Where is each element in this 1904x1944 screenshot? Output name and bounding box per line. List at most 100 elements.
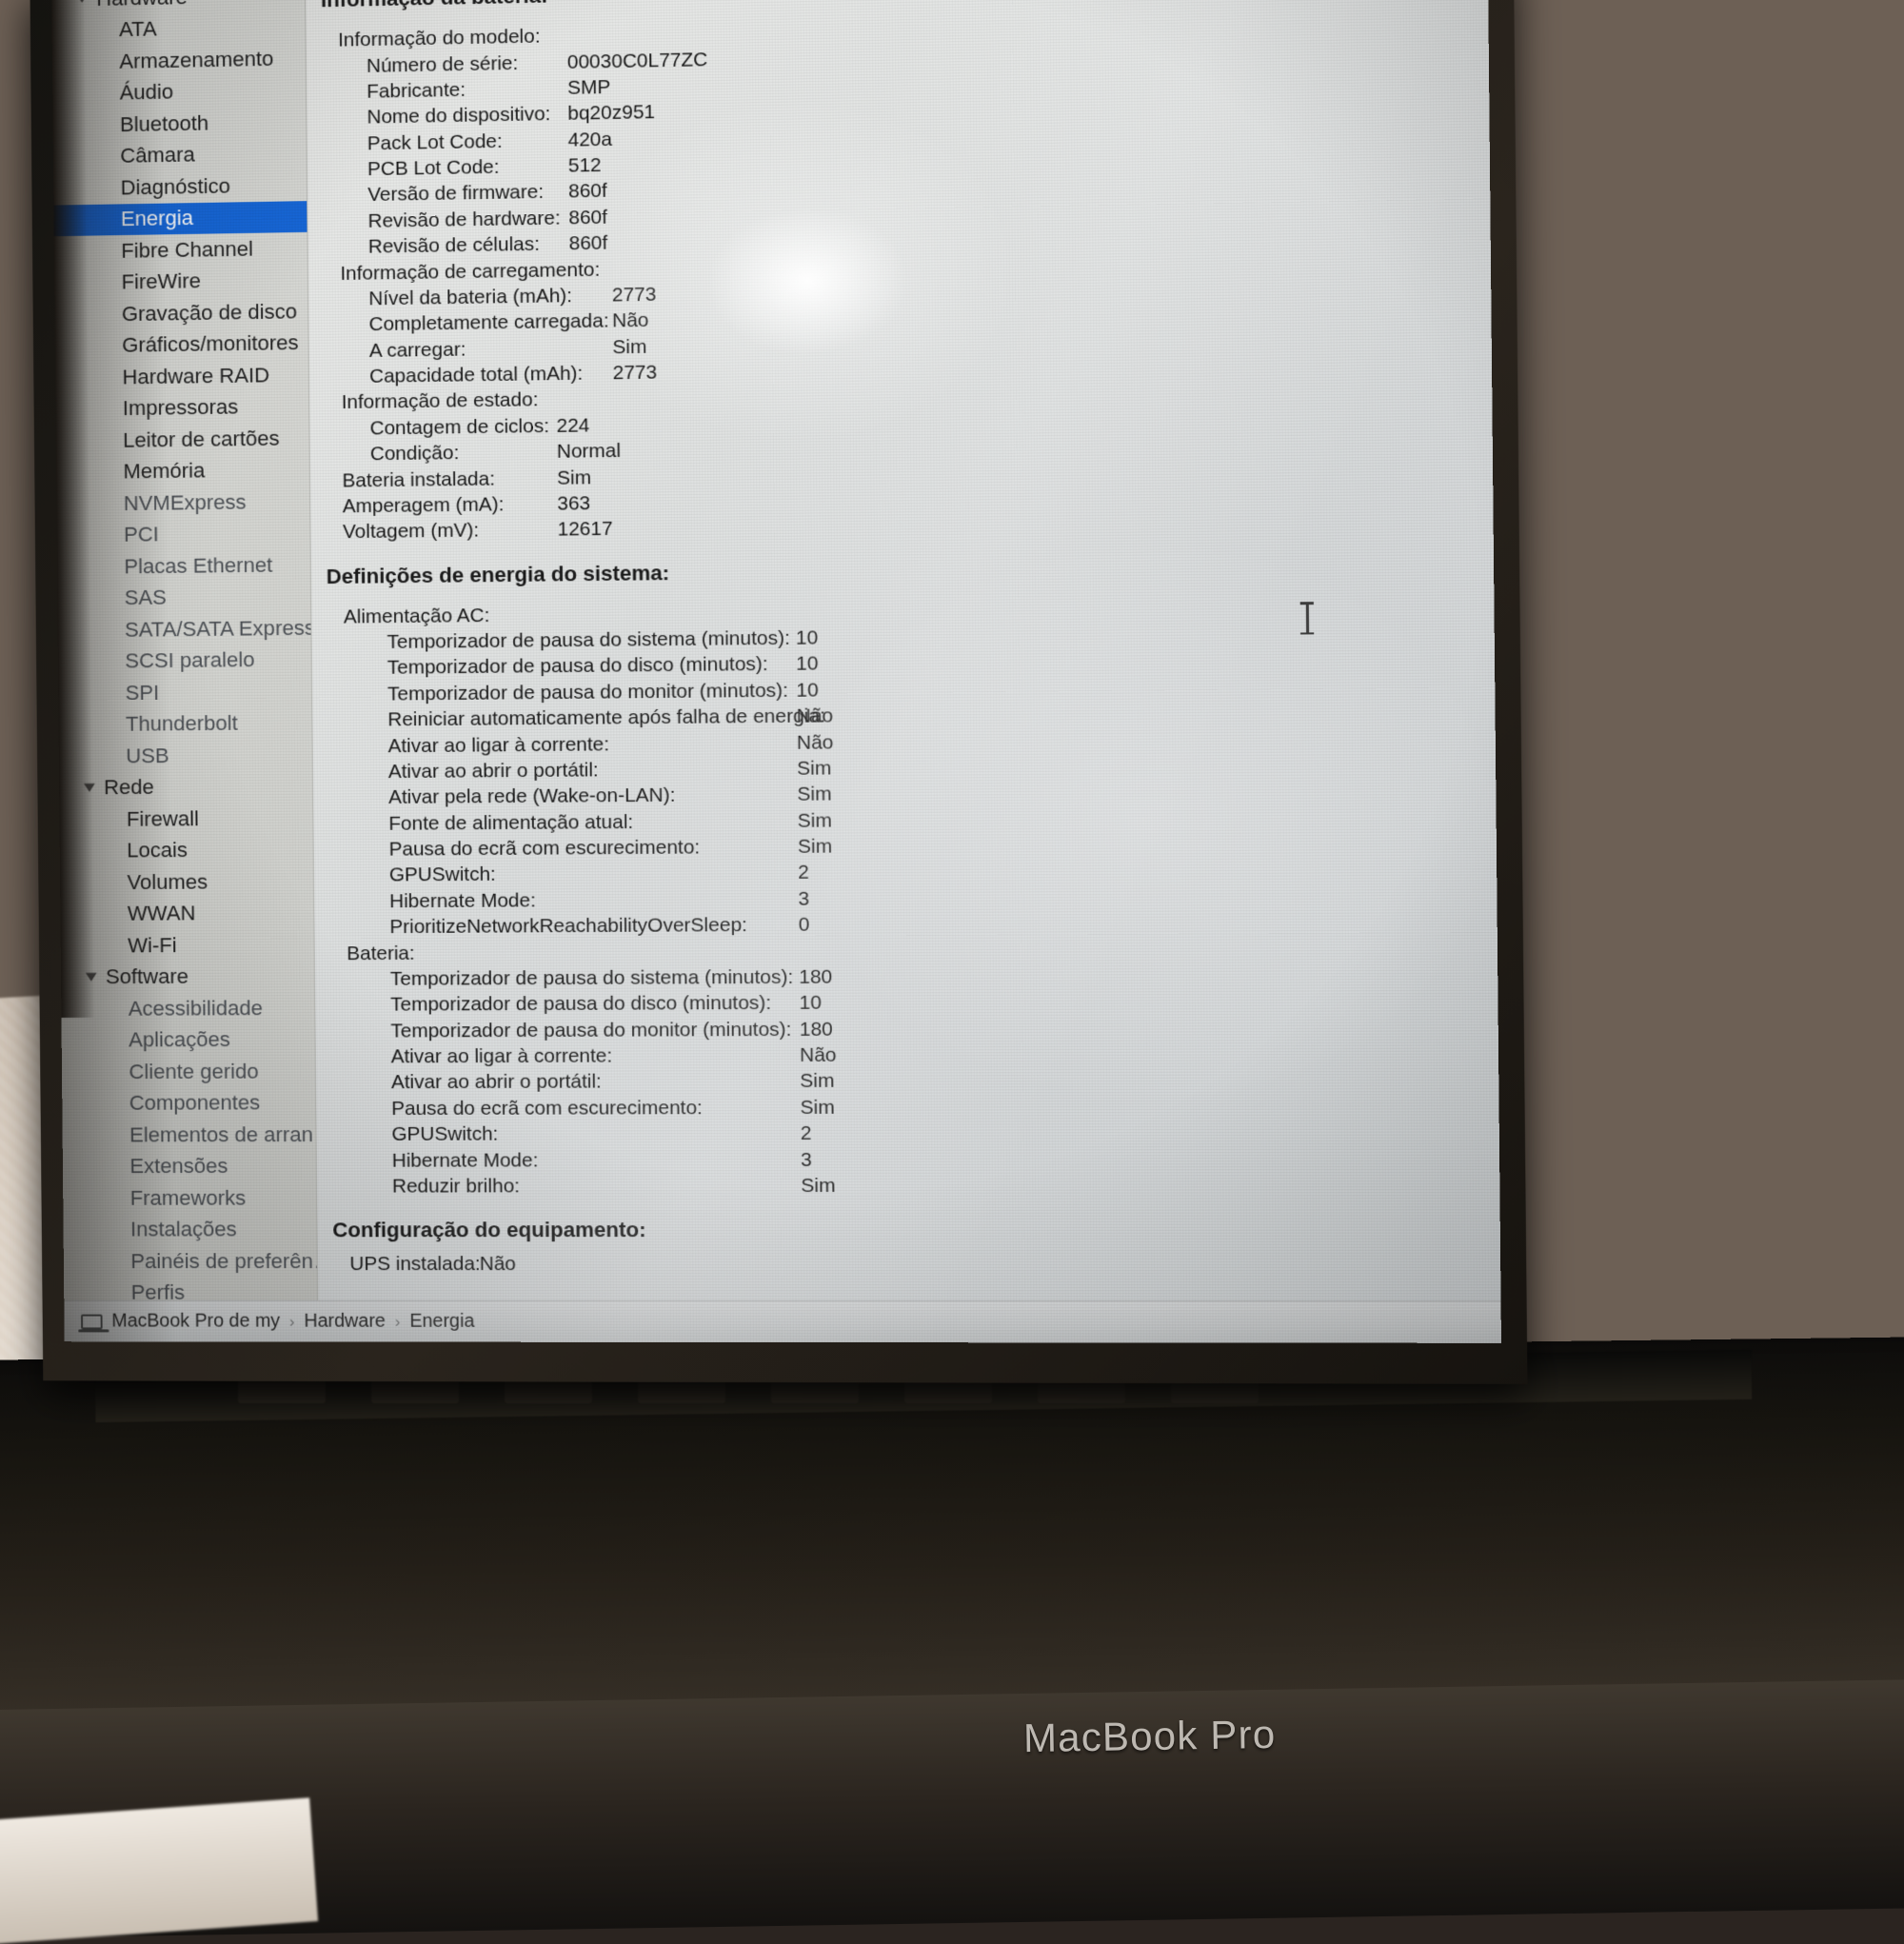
info-row-value: Sim: [801, 1176, 835, 1196]
info-row-value: 512: [568, 155, 602, 176]
sidebar-item-pci[interactable]: PCI: [56, 517, 309, 551]
sidebar-item-locais[interactable]: Locais: [60, 834, 313, 867]
breadcrumb-item-root[interactable]: MacBook Pro de my: [111, 1311, 280, 1333]
sidebar[interactable]: HardwareATAArmazenamentoÁudioBluetoothCâ…: [51, 0, 318, 1342]
sidebar-item-wi-fi[interactable]: Wi-Fi: [61, 929, 314, 962]
sidebar-item-componentes[interactable]: Componentes: [62, 1087, 315, 1120]
info-row-key: Revisão de hardware:: [367, 208, 560, 230]
sidebar-item-label: Gráficos/monitores: [122, 330, 299, 356]
info-row-key: UPS instalada:: [349, 1254, 480, 1274]
battery-power-rows: Temporizador de pausa do sistema (minuto…: [327, 961, 1500, 1200]
sidebar-item-label: SAS: [125, 585, 167, 609]
info-row-key: Contagem de ciclos:: [369, 416, 548, 438]
info-row-key: Pack Lot Code:: [367, 131, 503, 153]
sidebar-item-usb[interactable]: USB: [59, 739, 312, 772]
info-row: Hibernate Mode:3: [328, 1145, 1500, 1174]
sidebar-item-pain-is-de-prefer-n[interactable]: Painéis de preferên…: [64, 1245, 317, 1277]
sidebar-item-cliente-gerido[interactable]: Cliente gerido: [62, 1056, 315, 1088]
ac-power-rows: Temporizador de pausa do sistema (minuto…: [323, 618, 1497, 941]
info-row-value: 180: [800, 1019, 833, 1039]
sidebar-item-diagn-stico[interactable]: Diagnóstico: [53, 169, 307, 205]
info-row-key: Reiniciar automaticamente após falha de …: [387, 706, 825, 730]
info-row-key: Ativar pela rede (Wake-on-LAN):: [388, 785, 676, 807]
info-row-key: GPUSwitch:: [391, 1124, 498, 1144]
sidebar-item-label: NVMExpress: [124, 489, 247, 514]
info-row-value: Normal: [557, 441, 621, 462]
info-row-value: Sim: [798, 837, 832, 857]
info-row-value: 3: [801, 1149, 812, 1169]
content-pane: Informação da bateria: Informação do mod…: [306, 0, 1501, 1343]
sidebar-item-energia[interactable]: Energia: [53, 201, 307, 237]
window-body: Hardware ATAArmazenamentoÁudioBluetoothCâ…: [51, 0, 1501, 1343]
sidebar-item-impressoras[interactable]: Impressoras: [55, 390, 308, 426]
sidebar-item-software[interactable]: Software: [61, 961, 314, 993]
sidebar-item-gr-ficos-monitores[interactable]: Gráficos/monitores: [55, 327, 308, 363]
sidebar-item-label: Memória: [123, 459, 205, 484]
sidebar-item-extens-es[interactable]: Extensões: [63, 1150, 316, 1182]
breadcrumb[interactable]: MacBook Pro de my › Hardware › Energia: [64, 1300, 1501, 1343]
sidebar-item-bluetooth[interactable]: Bluetooth: [52, 106, 306, 142]
breadcrumb-separator-icon: ›: [289, 1312, 295, 1331]
sidebar-item-firewire[interactable]: FireWire: [54, 264, 307, 299]
sidebar-item-armazenamento[interactable]: Armazenamento: [52, 42, 306, 78]
info-row-value: 860f: [568, 181, 607, 202]
sidebar-item-label: USB: [126, 744, 169, 767]
sidebar-item-leitor-de-cart-es[interactable]: Leitor de cartões: [56, 422, 309, 457]
info-row-key: Pausa do ecrã com escurecimento:: [389, 838, 701, 860]
disclosure-triangle-icon[interactable]: [84, 783, 95, 791]
sidebar-item-sas[interactable]: SAS: [57, 581, 310, 615]
sidebar-item-c-mara[interactable]: Câmara: [53, 137, 307, 173]
info-row-key: Ativar ao ligar à corrente:: [387, 734, 609, 756]
sidebar-item-label: Elementos de arran…: [129, 1122, 316, 1146]
info-row-value: SMP: [567, 77, 610, 98]
sidebar-item-instala-es[interactable]: Instalações: [63, 1214, 316, 1245]
sidebar-item-elementos-de-arran[interactable]: Elementos de arran…: [62, 1119, 315, 1151]
sidebar-item-firewall[interactable]: Firewall: [59, 803, 312, 836]
sidebar-item-ata[interactable]: ATA: [51, 10, 305, 47]
info-row-value: 00030C0L77ZC: [567, 50, 708, 72]
disclosure-triangle-icon[interactable]: [86, 972, 97, 981]
sidebar-item-hardware-raid[interactable]: Hardware RAID: [55, 359, 308, 394]
sidebar-item-thunderbolt[interactable]: Thunderbolt: [58, 707, 311, 741]
sidebar-item-scsi-paralelo[interactable]: SCSI paralelo: [58, 644, 311, 678]
sidebar-item-sata-sata-express[interactable]: SATA/SATA Express: [57, 612, 310, 646]
breadcrumb-item-hardware[interactable]: Hardware: [304, 1311, 386, 1333]
info-row: GPUSwitch: 2: [327, 1119, 1499, 1147]
info-row-value: Sim: [612, 337, 646, 357]
info-row-value: 224: [556, 415, 589, 435]
info-row-value: Não: [612, 310, 649, 331]
breadcrumb-item-energia[interactable]: Energia: [409, 1311, 474, 1333]
info-row-value: 180: [799, 967, 832, 987]
laptop-screen: Hardware ATAArmazenamentoÁudioBluetoothCâ…: [51, 0, 1501, 1343]
sidebar-item-udio[interactable]: Áudio: [52, 74, 306, 110]
info-row-key: Nome do dispositivo:: [367, 104, 550, 127]
sidebar-item-aplica-es[interactable]: Aplicações: [62, 1023, 315, 1056]
disclosure-triangle-icon[interactable]: [76, 0, 88, 3]
sidebar-item-rede[interactable]: Rede: [59, 770, 312, 803]
info-row-value: 2: [801, 1123, 812, 1143]
sidebar-item-placas-ethernet[interactable]: Placas Ethernet: [57, 548, 310, 583]
sidebar-item-frameworks[interactable]: Frameworks: [63, 1182, 316, 1215]
info-row-key: PCB Lot Code:: [367, 157, 500, 179]
sidebar-item-label: Câmara: [120, 143, 195, 168]
info-row-value: 10: [799, 993, 822, 1013]
info-row-value: Sim: [797, 784, 831, 804]
sidebar-item-label: SPI: [126, 680, 160, 704]
sidebar-item-grava-o-de-disco[interactable]: Gravação de disco: [54, 295, 307, 330]
sidebar-item-fibre-channel[interactable]: Fibre Channel: [54, 232, 307, 268]
system-information-window: Hardware ATAArmazenamentoÁudioBluetoothCâ…: [51, 0, 1501, 1343]
info-row-key: Ativar ao abrir o portátil:: [388, 760, 599, 782]
sidebar-item-acessibilidade[interactable]: Acessibilidade: [61, 992, 314, 1024]
info-row-value: 10: [796, 680, 819, 700]
info-row-key: Bateria instalada:: [342, 468, 495, 490]
sidebar-item-mem-ria[interactable]: Memória: [56, 454, 309, 489]
sidebar-item-spi[interactable]: SPI: [58, 675, 311, 709]
info-row-key: Capacidade total (mAh):: [369, 364, 583, 387]
info-row-value: 12617: [558, 519, 613, 540]
sidebar-item-label: Aplicações: [129, 1027, 230, 1051]
sidebar-item-nvmexpress[interactable]: NVMExpress: [56, 486, 309, 520]
sidebar-item-wwan[interactable]: WWAN: [60, 897, 313, 930]
info-row-key: Ativar ao abrir o portátil:: [391, 1072, 602, 1093]
info-row-key: Hibernate Mode:: [389, 890, 536, 911]
sidebar-item-volumes[interactable]: Volumes: [60, 865, 313, 899]
